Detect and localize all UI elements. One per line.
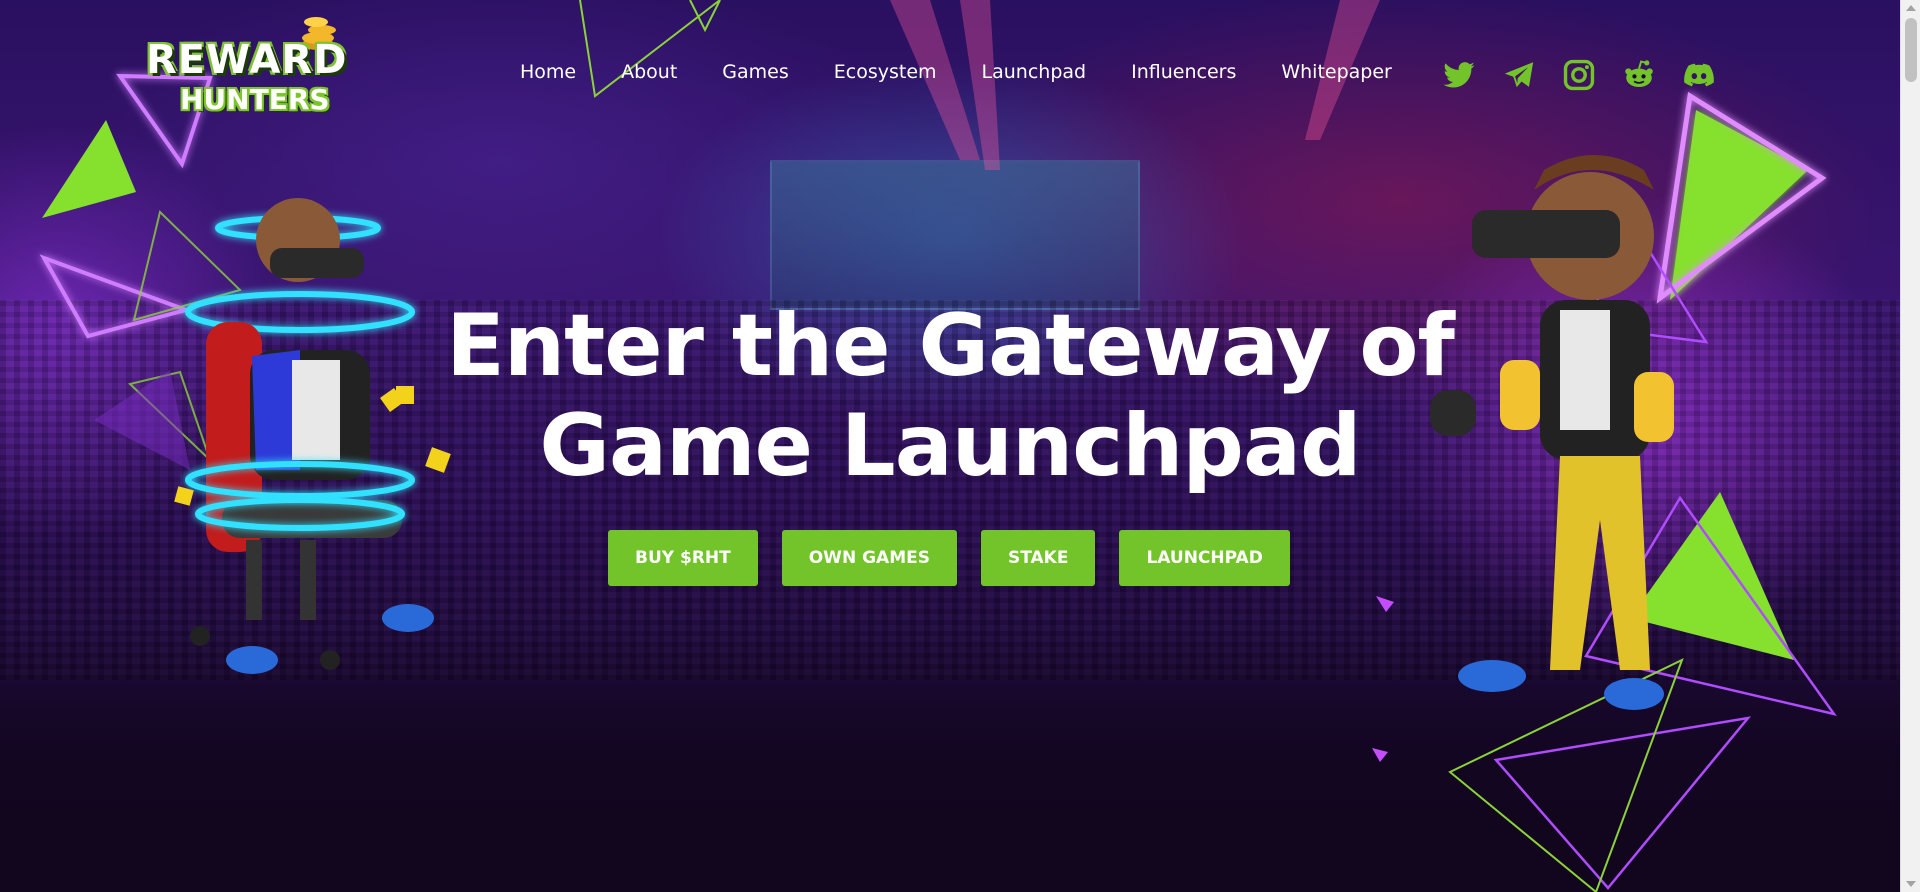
triangle-green-right-top [1670,110,1808,300]
scroll-up-arrow-icon[interactable] [1906,5,1916,11]
logo-line-reward: REWARD [146,37,348,83]
triangle-neon-right-top [1656,91,1827,304]
hero-section: REWARD HUNTERS Home About Games Ecosyste… [0,0,1900,892]
nav-item-whitepaper[interactable]: Whitepaper [1281,60,1392,84]
buy-rht-button[interactable]: BUY $RHT [608,530,758,586]
telegram-icon[interactable] [1502,58,1536,92]
reddit-icon[interactable] [1622,58,1656,92]
page-scrollbar[interactable] [1900,0,1920,892]
logo-text: REWARD HUNTERS [146,37,348,116]
nav-item-games[interactable]: Games [722,60,788,84]
scrollbar-thumb[interactable] [1905,18,1917,82]
social-links [1442,58,1716,92]
cta-button-row: BUY $RHT OWN GAMES STAKE LAUNCHPAD [608,530,1290,586]
nav-item-home[interactable]: Home [520,60,576,84]
nav-item-about[interactable]: About [621,60,677,84]
scroll-down-arrow-icon[interactable] [1906,881,1916,887]
hero-headline: Enter the Gateway of Game Launchpad [420,296,1480,496]
launchpad-button[interactable]: LAUNCHPAD [1119,530,1290,586]
discord-icon[interactable] [1682,58,1716,92]
main-nav: Home About Games Ecosystem Launchpad Inf… [520,60,1392,84]
nav-item-ecosystem[interactable]: Ecosystem [834,60,937,84]
hero-headline-line1: Enter the Gateway of [446,296,1455,396]
stage-light-beams [890,0,1380,170]
arena-screen-backdrop [770,160,1140,310]
hero-bottom-fade [0,632,1900,892]
logo-line-hunters: HUNTERS [180,83,330,116]
stake-button[interactable]: STAKE [980,530,1096,586]
nav-item-launchpad[interactable]: Launchpad [982,60,1087,84]
reward-hunters-logo[interactable]: REWARD HUNTERS [146,17,348,126]
hero-headline-line2: Game Launchpad [539,396,1361,496]
twitter-icon[interactable] [1442,58,1476,92]
nav-item-influencers[interactable]: Influencers [1131,60,1236,84]
instagram-icon[interactable] [1562,58,1596,92]
triangle-green-left [42,120,136,218]
own-games-button[interactable]: OWN GAMES [781,530,957,586]
